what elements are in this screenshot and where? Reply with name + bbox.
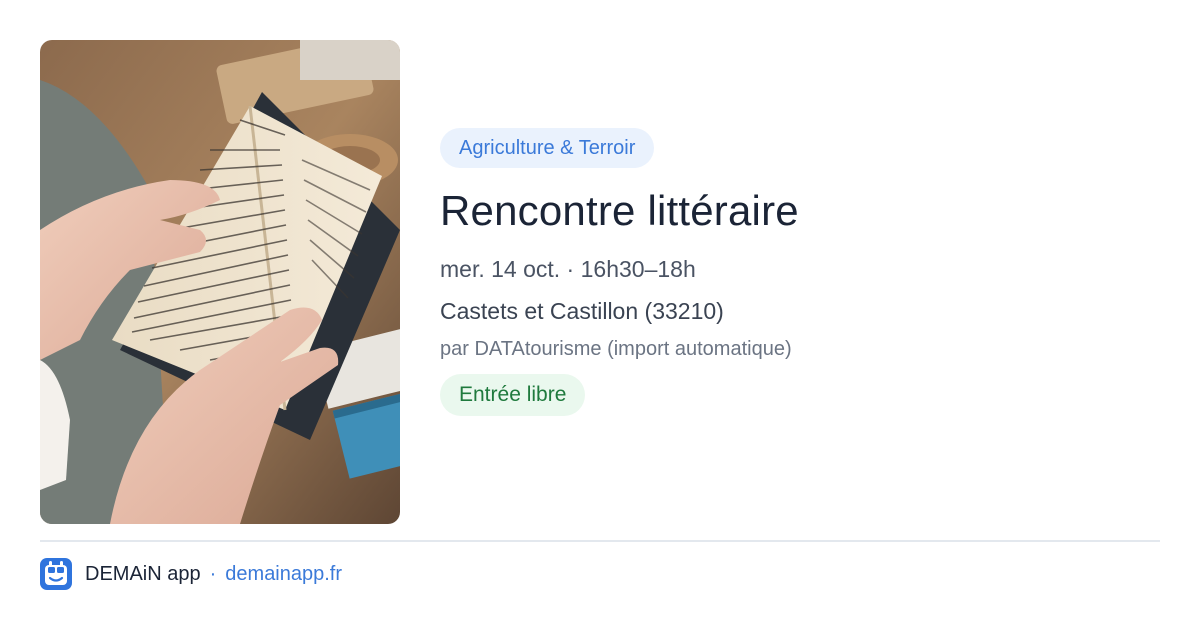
app-name: DEMAiN app xyxy=(85,562,201,585)
event-datetime: mer. 14 oct. · 16h30–18h xyxy=(440,256,696,283)
footer-divider xyxy=(40,540,1160,542)
footer: DEMAiN app · demainapp.fr xyxy=(40,558,342,590)
event-title: Rencontre littéraire xyxy=(440,187,799,234)
event-info: Agriculture & Terroir Rencontre littérai… xyxy=(440,128,1160,417)
site-link[interactable]: demainapp.fr xyxy=(225,563,342,586)
event-organizer: par DATAtourisme (import automatique) xyxy=(440,338,792,361)
demain-app-icon xyxy=(40,558,72,590)
footer-separator: · xyxy=(209,562,217,585)
event-photo xyxy=(40,40,400,524)
price-badge: Entrée libre xyxy=(440,374,586,417)
category-badge[interactable]: Agriculture & Terroir xyxy=(440,128,655,168)
event-location: Castets et Castillon (33210) xyxy=(440,298,724,325)
